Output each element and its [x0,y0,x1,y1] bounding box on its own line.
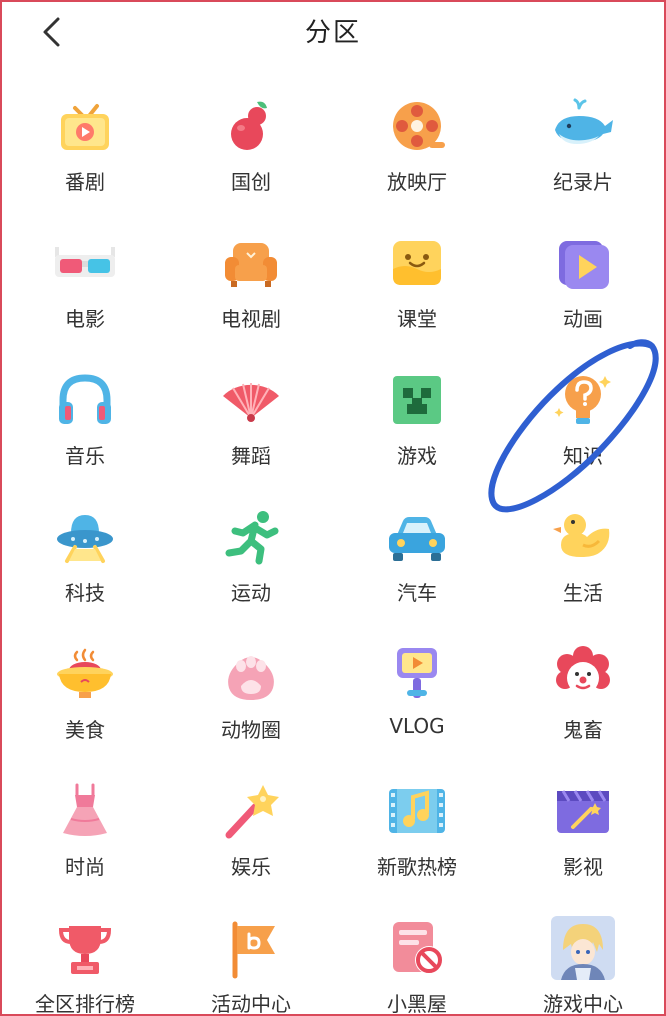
category-wudao[interactable]: 舞蹈 [168,362,334,492]
category-qiche[interactable]: 汽车 [334,499,500,629]
trophy-icon [53,916,117,980]
category-label: 游戏 [397,444,437,468]
category-keji[interactable]: 科技 [2,499,168,629]
star-wand-icon [219,779,283,843]
anime-avatar-icon [551,916,615,980]
gourd-icon [219,94,283,158]
category-guichu[interactable]: 鬼畜 [500,636,664,766]
headphones-icon [53,368,117,432]
play-box-icon [551,231,615,295]
whale-icon [551,94,615,158]
category-label: 全区排行榜 [35,992,135,1016]
category-yingshi[interactable]: 影视 [500,773,664,903]
category-label: 游戏中心 [543,992,623,1016]
smile-screen-icon [385,231,449,295]
category-dianshiju[interactable]: 电视剧 [168,225,334,355]
category-yinyue[interactable]: 音乐 [2,362,168,492]
category-label: 电视剧 [221,307,281,331]
question-bulb-icon [551,368,615,432]
category-label: 舞蹈 [231,444,271,468]
category-label: 放映厅 [387,170,447,194]
category-label: 知识 [563,444,603,468]
category-zhishi[interactable]: 知识 [500,362,664,492]
category-dianying[interactable]: 电影 [2,225,168,355]
category-xiaoheiwu[interactable]: 小黑屋 [334,910,500,1016]
fan-icon [219,368,283,432]
category-donghua[interactable]: 动画 [500,225,664,355]
category-xingerebang[interactable]: 新歌热榜 [334,773,500,903]
category-dongwuquan[interactable]: 动物圈 [168,636,334,766]
dress-icon [53,779,117,843]
category-label: 时尚 [65,855,105,879]
paw-icon [219,642,283,706]
category-yule[interactable]: 娱乐 [168,773,334,903]
category-label: 小黑屋 [387,992,447,1016]
app-frame: 分区 番剧 国创 放映厅 纪录片 电影 电视剧 课堂 动画 音乐 舞蹈 游戏 知… [0,0,666,1016]
category-label: 美食 [65,718,105,742]
ban-card-icon [385,916,449,980]
category-label: 电影 [65,307,105,331]
camera-stick-icon [385,642,449,706]
ufo-icon [53,505,117,569]
category-label: 生活 [563,581,603,605]
header-bar: 分区 [2,2,664,62]
category-label: 娱乐 [231,855,271,879]
category-huodong[interactable]: 活动中心 [168,910,334,1016]
category-vlog[interactable]: VLOG [334,636,500,766]
category-ketang[interactable]: 课堂 [334,225,500,355]
category-shishang[interactable]: 时尚 [2,773,168,903]
duck-icon [551,505,615,569]
category-label: 番剧 [65,170,105,194]
category-jilupian[interactable]: 纪录片 [500,88,664,218]
runner-icon [219,505,283,569]
category-label: 汽车 [397,581,437,605]
category-label: 鬼畜 [563,718,603,742]
category-fangyingting[interactable]: 放映厅 [334,88,500,218]
film-reel-icon [385,94,449,158]
music-note-film-icon [385,779,449,843]
category-label: VLOG [389,714,445,738]
category-label: 新歌热榜 [377,855,457,879]
category-paihangbang[interactable]: 全区排行榜 [2,910,168,1016]
category-label: 科技 [65,581,105,605]
creeper-icon [385,368,449,432]
category-youxizhongxin[interactable]: 游戏中心 [500,910,664,1016]
flag-icon [219,916,283,980]
clapper-wand-icon [551,779,615,843]
category-meishi[interactable]: 美食 [2,636,168,766]
category-label: 影视 [563,855,603,879]
category-label: 活动中心 [211,992,291,1016]
category-fanju[interactable]: 番剧 [2,88,168,218]
category-yundong[interactable]: 运动 [168,499,334,629]
tv-icon [53,94,117,158]
category-label: 纪录片 [553,170,613,194]
hotpot-icon [53,642,117,706]
category-youxi[interactable]: 游戏 [334,362,500,492]
category-shenghuo[interactable]: 生活 [500,499,664,629]
category-label: 音乐 [65,444,105,468]
car-icon [385,505,449,569]
3d-glasses-icon [53,231,117,295]
category-label: 动画 [563,307,603,331]
category-label: 动物圈 [221,718,281,742]
category-guochuang[interactable]: 国创 [168,88,334,218]
clown-icon [551,642,615,706]
category-label: 课堂 [397,307,437,331]
category-label: 运动 [231,581,271,605]
category-label: 国创 [231,170,271,194]
sofa-icon [219,231,283,295]
page-title: 分区 [304,18,361,48]
